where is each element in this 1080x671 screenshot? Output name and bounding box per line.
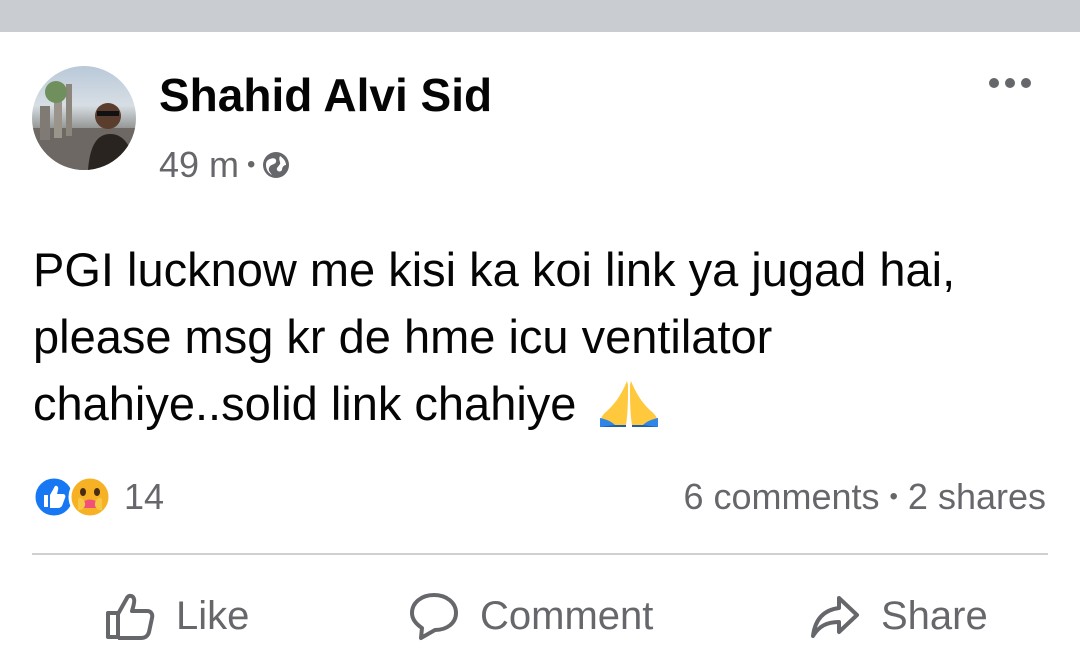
avatar[interactable] [32, 66, 136, 170]
share-icon [811, 596, 859, 638]
like-button[interactable]: Like [104, 578, 249, 654]
share-button[interactable]: Share [809, 578, 988, 654]
reaction-count: 14 [124, 476, 165, 517]
folded-hands-emoji [600, 381, 659, 427]
post-body: PGI lucknow me kisi ka koi link ya jugad… [33, 243, 956, 430]
post-time[interactable]: 49 m [159, 144, 239, 186]
shares-count[interactable]: 2 shares [908, 476, 1046, 518]
divider [32, 553, 1048, 555]
stats-separator: • [889, 483, 898, 510]
post-text: PGI lucknow me kisi ka koi link ya jugad… [33, 236, 1043, 437]
meta-separator: • [247, 151, 256, 178]
more-options-icon[interactable] [987, 72, 1033, 94]
thumbs-up-icon [106, 593, 155, 640]
top-bar [0, 0, 1080, 32]
like-label: Like [176, 593, 250, 638]
author-name[interactable]: Shahid Alvi Sid [159, 68, 492, 122]
comment-label: Comment [480, 593, 654, 638]
care-reaction-icon [68, 475, 112, 519]
comment-icon [410, 593, 458, 640]
share-label: Share [881, 593, 988, 638]
post-actions: Like Comment Share [0, 578, 1080, 654]
reaction-summary[interactable]: 14 [32, 475, 164, 519]
globe-icon [263, 152, 290, 178]
post-stats: 6 comments • 2 shares [683, 475, 1046, 519]
comments-count[interactable]: 6 comments [683, 476, 879, 518]
post-meta: 49 m • [159, 144, 291, 186]
comment-button[interactable]: Comment [408, 578, 653, 654]
